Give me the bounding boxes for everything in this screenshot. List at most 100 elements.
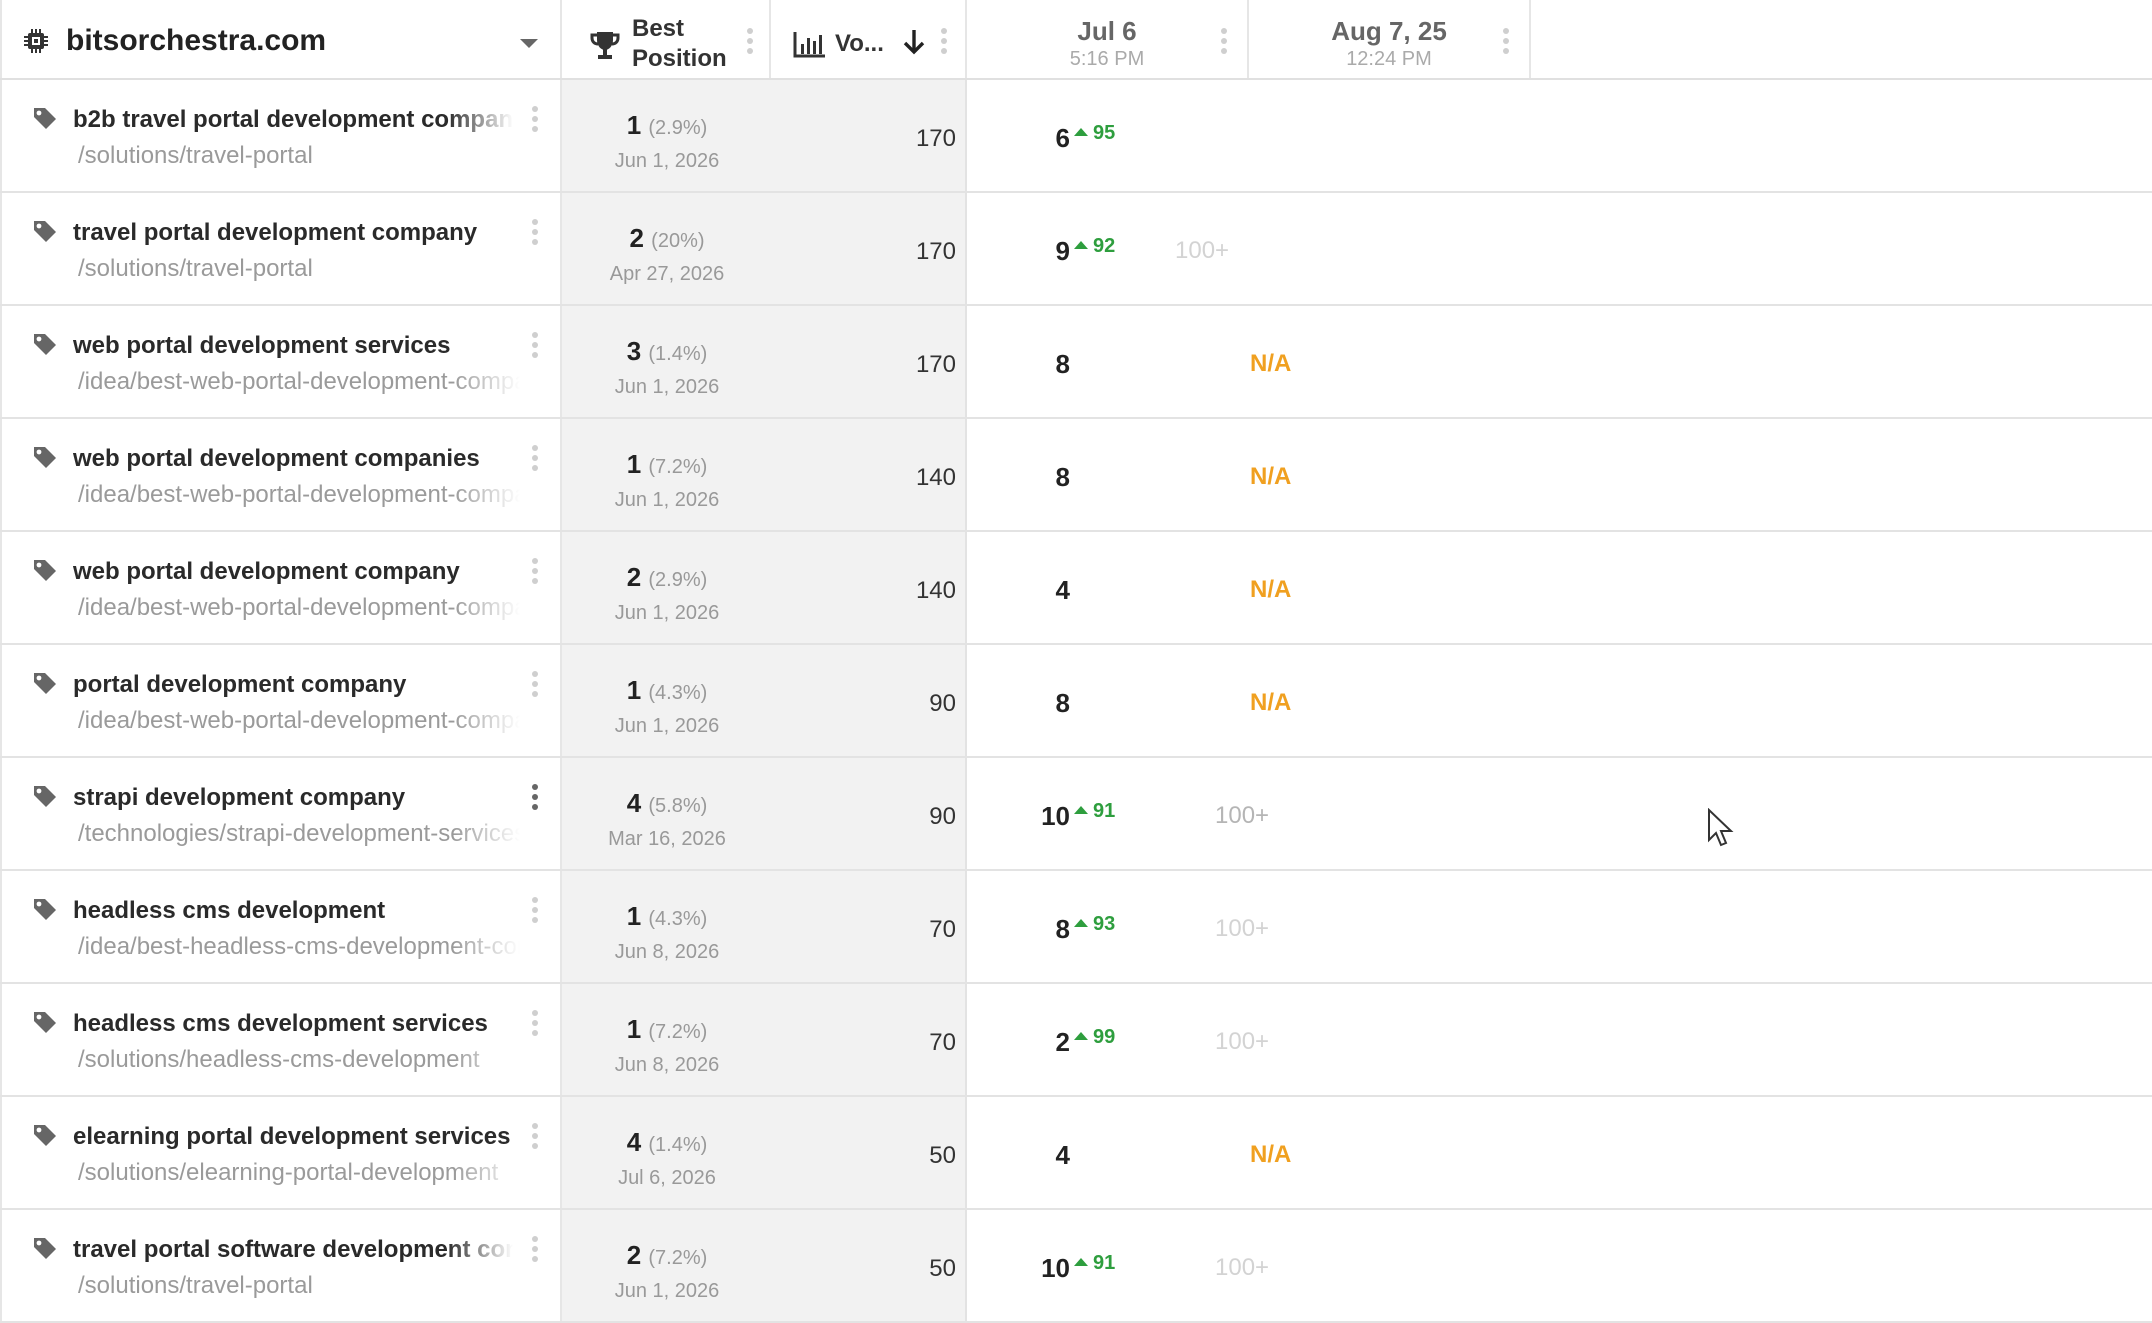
caret-down-icon[interactable] [520,39,538,48]
keyword-text[interactable]: elearning portal development services [73,1123,513,1151]
row-menu-icon[interactable] [532,897,538,927]
trophy-icon [590,32,620,59]
current-position[interactable]: 10 [970,801,1070,832]
row-menu-icon[interactable] [532,219,538,249]
previous-position[interactable]: 100+ [1215,1254,1269,1282]
keyword-cell[interactable]: strapi development company/technologies/… [0,758,562,869]
table-row[interactable]: headless cms development services/soluti… [0,984,2152,1097]
previous-position[interactable]: 100+ [1215,1028,1269,1056]
best-position-date: Mar 16, 2026 [608,828,726,850]
row-menu-icon[interactable] [532,1010,538,1040]
best-position-volume-cell: 2 (20%) Apr 27, 2026 170 [562,193,967,304]
keyword-text[interactable]: headless cms development [73,897,513,925]
best-position-volume-cell: 1 (4.3%) Jun 8, 2026 70 [562,871,967,982]
current-position[interactable]: 10 [970,1253,1070,1284]
ranking-url[interactable]: /idea/best-web-portal-development-compan… [78,594,520,622]
ranking-url[interactable]: /idea/best-headless-cms-development-comp… [78,933,520,961]
previous-position[interactable]: N/A [1250,463,1291,491]
row-menu-icon[interactable] [532,784,538,814]
best-position-volume-cell: 4 (5.8%) Mar 16, 2026 90 [562,758,967,869]
current-position[interactable]: 8 [970,688,1070,719]
current-position[interactable]: 4 [970,1140,1070,1171]
column-menu-icon[interactable] [941,28,947,58]
current-position[interactable]: 6 [970,123,1070,154]
previous-position[interactable]: 100+ [1215,802,1269,830]
table-row[interactable]: web portal development company/idea/best… [0,532,2152,645]
row-menu-icon[interactable] [532,671,538,701]
table-row[interactable]: travel portal software development compa… [0,1210,2152,1323]
column-header-volume[interactable]: Vo... [771,0,967,78]
row-menu-icon[interactable] [532,445,538,475]
column-menu-icon[interactable] [747,28,753,58]
best-position-percent: (20%) [651,230,705,252]
column-header-date-2[interactable]: Aug 7, 25 12:24 PM [1249,0,1531,78]
current-position[interactable]: 2 [970,1027,1070,1058]
table-row[interactable]: web portal development companies/idea/be… [0,419,2152,532]
keyword-cell[interactable]: web portal development services/idea/bes… [0,306,562,417]
keyword-text[interactable]: web portal development services [73,332,513,360]
table-row[interactable]: headless cms development/idea/best-headl… [0,871,2152,984]
keyword-text[interactable]: travel portal software development compa… [73,1236,513,1264]
keyword-cell[interactable]: elearning portal development services/so… [0,1097,562,1208]
previous-position[interactable]: N/A [1250,689,1291,717]
keyword-cell[interactable]: portal development company/idea/best-web… [0,645,562,756]
ranking-url[interactable]: /solutions/headless-cms-development [78,1046,520,1074]
current-position[interactable]: 8 [970,914,1070,945]
keyword-text[interactable]: portal development company [73,671,513,699]
keyword-cell[interactable]: headless cms development/idea/best-headl… [0,871,562,982]
ranking-url[interactable]: /idea/best-web-portal-development-compan… [78,368,520,396]
keyword-cell[interactable]: web portal development company/idea/best… [0,532,562,643]
table-row[interactable]: b2b travel portal development company/so… [0,80,2152,193]
keyword-text[interactable]: headless cms development services [73,1010,513,1038]
keyword-cell[interactable]: web portal development companies/idea/be… [0,419,562,530]
ranking-url[interactable]: /technologies/strapi-development-service… [78,820,520,848]
row-menu-icon[interactable] [532,106,538,136]
keyword-cell[interactable]: travel portal development company/soluti… [0,193,562,304]
best-position-value: 4 [626,1127,642,1157]
table-row[interactable]: strapi development company/technologies/… [0,758,2152,871]
table-row[interactable]: elearning portal development services/so… [0,1097,2152,1210]
row-menu-icon[interactable] [532,1123,538,1153]
rank-tracker-grid: bitsorchestra.com Best Position Vo... Ju… [0,0,2152,1323]
ranking-url[interactable]: /solutions/travel-portal [78,1272,520,1300]
current-position[interactable]: 9 [970,236,1070,267]
best-position-date: Jun 1, 2026 [614,602,720,624]
domain-selector[interactable]: bitsorchestra.com [0,0,562,78]
ranking-url[interactable]: /idea/best-web-portal-development-compan… [78,481,520,509]
current-position[interactable]: 8 [970,349,1070,380]
ranking-url[interactable]: /idea/best-web-portal-development-compan… [78,707,520,735]
previous-position[interactable]: 100+ [1215,915,1269,943]
search-volume: 50 [929,1255,956,1282]
column-header-date-1[interactable]: Jul 6 5:16 PM [967,0,1249,78]
table-row[interactable]: travel portal development company/soluti… [0,193,2152,306]
table-row[interactable]: portal development company/idea/best-web… [0,645,2152,758]
ranking-url[interactable]: /solutions/elearning-portal-development [78,1159,520,1187]
row-menu-icon[interactable] [532,1236,538,1266]
previous-position[interactable]: N/A [1250,1141,1291,1169]
keyword-cell[interactable]: headless cms development services/soluti… [0,984,562,1095]
column-header-best-position[interactable]: Best Position [562,0,771,78]
column-menu-icon[interactable] [1221,28,1227,58]
keyword-cell[interactable]: b2b travel portal development company/so… [0,80,562,191]
row-menu-icon[interactable] [532,558,538,588]
current-position[interactable]: 8 [970,462,1070,493]
previous-position[interactable]: N/A [1250,350,1291,378]
keyword-cell[interactable]: travel portal software development compa… [0,1210,562,1321]
column-menu-icon[interactable] [1503,28,1509,58]
search-volume: 170 [915,351,956,378]
ranking-url[interactable]: /solutions/travel-portal [78,255,520,283]
best-position: 1 (4.3%) [562,901,772,932]
ranking-url[interactable]: /solutions/travel-portal [78,142,520,170]
current-position[interactable]: 4 [970,575,1070,606]
previous-position[interactable]: 100+ [1175,237,1229,265]
keyword-text[interactable]: web portal development company [73,558,513,586]
row-menu-icon[interactable] [532,332,538,362]
keyword-text[interactable]: b2b travel portal development company [73,106,513,134]
previous-position[interactable]: N/A [1250,576,1291,604]
arrow-down-icon[interactable] [901,28,927,56]
table-row[interactable]: web portal development services/idea/bes… [0,306,2152,419]
keyword-text[interactable]: strapi development company [73,784,513,812]
keyword-text[interactable]: web portal development companies [73,445,513,473]
best-position: 1 (7.2%) [562,449,772,480]
keyword-text[interactable]: travel portal development company [73,219,513,247]
